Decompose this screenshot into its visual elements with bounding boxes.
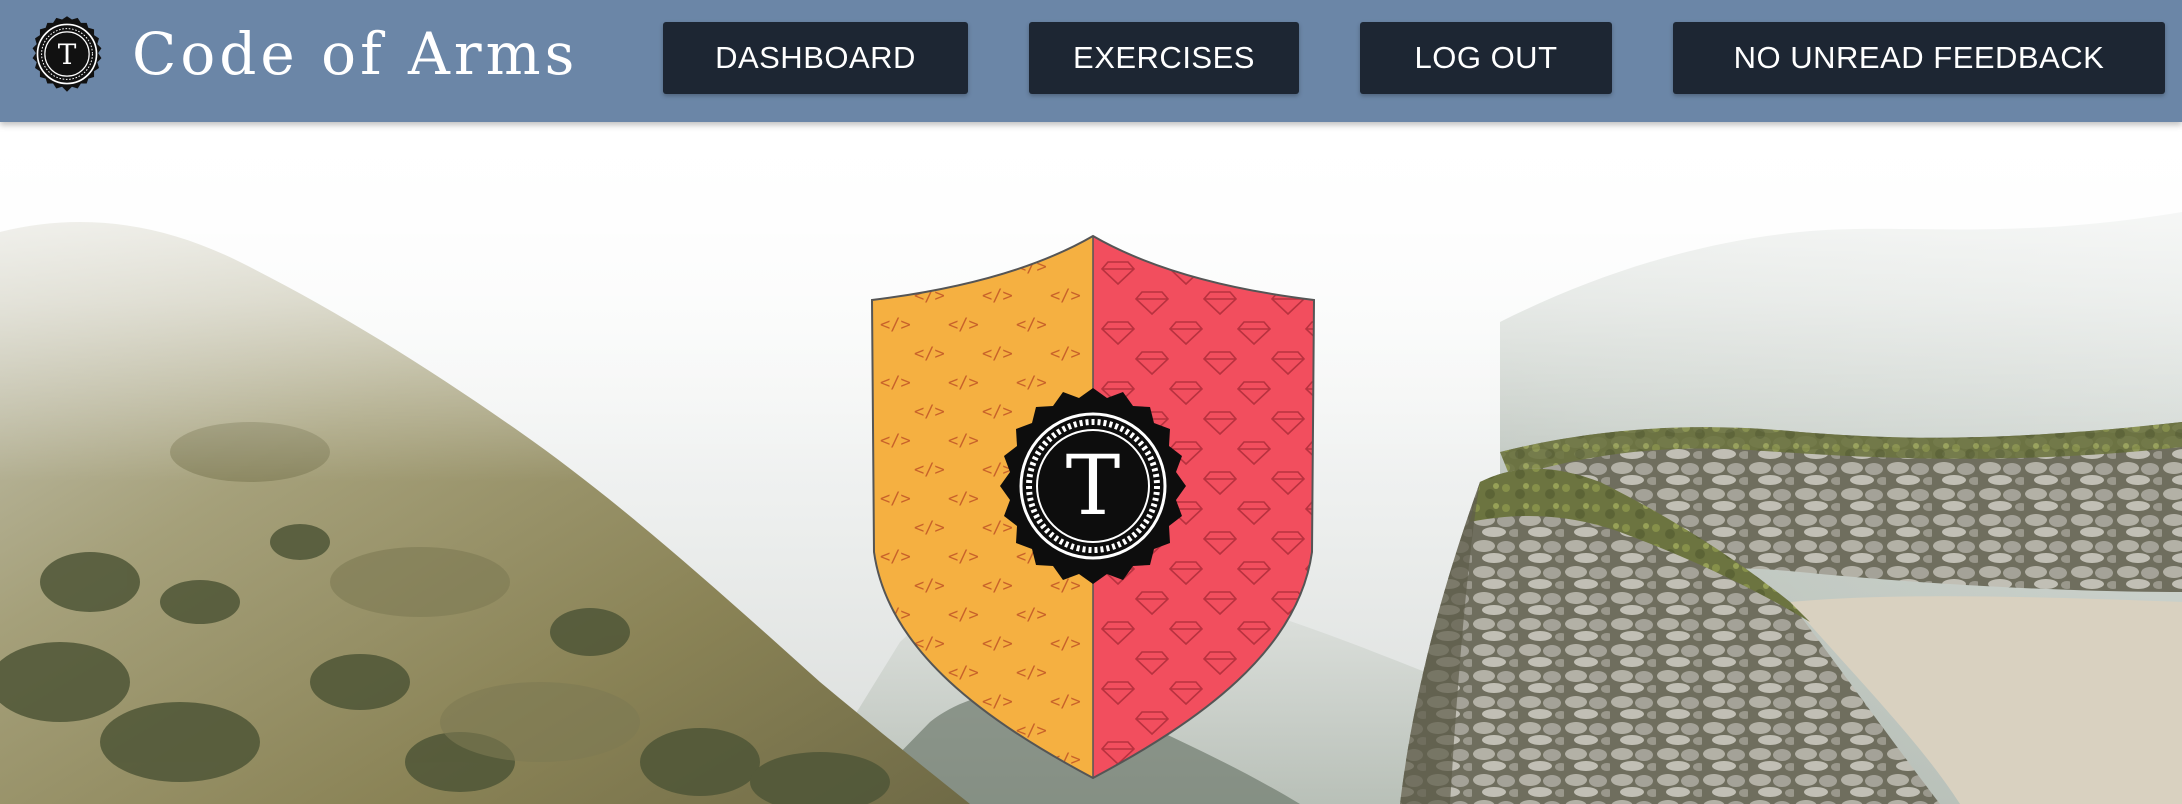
crest-code-glyph: </> [948,663,979,683]
crest-code-glyph: </> [982,750,1013,770]
crest-code-glyph: </> [880,663,911,683]
crest-code-glyph: </> [1050,692,1081,712]
crest-code-glyph: </> [948,373,979,393]
crest-code-glyph: </> [1050,634,1081,654]
crest-seal-letter: T [1066,439,1121,534]
crest-code-glyph: </> [914,344,945,364]
page: T Code of Arms DASHBOARD EXERCISES LOG O… [0,0,2182,804]
crest-gem-glyph [1202,711,1238,736]
crest-code-glyph: </> [1016,721,1047,741]
crest-gem-glyph [1168,741,1204,766]
crest-code-glyph: </> [982,576,1013,596]
crest-code-glyph: </> [1016,315,1047,335]
crest-code-glyph: </> [982,402,1013,422]
crest-gem-glyph [1270,711,1306,736]
crest-gem-glyph [1304,681,1314,706]
crest-code-glyph: </> [880,721,911,741]
top-navbar: T Code of Arms DASHBOARD EXERCISES LOG O… [0,0,2182,122]
brand-logo-icon: T [32,16,102,92]
crest-code-glyph: </> [948,547,979,567]
crest-gem-glyph [1236,261,1272,286]
brand[interactable]: T Code of Arms [26,12,578,96]
crest-gem-glyph [1236,681,1272,706]
crest-code-glyph: </> [1050,286,1081,306]
crest-code-glyph: </> [1050,750,1081,770]
crest-code-glyph: </> [914,750,945,770]
brand-title: Code of Arms [132,20,579,88]
crest-code-glyph: </> [982,344,1013,364]
logout-button[interactable]: LOG OUT [1360,22,1612,94]
crest-code-glyph: </> [982,518,1013,538]
crest-code-glyph: </> [948,431,979,451]
crest-gem-glyph [1270,651,1306,676]
crest-code-glyph: </> [914,460,945,480]
feedback-button[interactable]: NO UNREAD FEEDBACK [1673,22,2165,94]
crest-code-glyph: </> [914,576,945,596]
crest-code-glyph: </> [880,547,911,567]
crest-gem-glyph [1304,741,1314,766]
crest-code-glyph: </> [948,489,979,509]
crest-code-glyph: </> [982,692,1013,712]
crest-code-glyph: </> [1016,663,1047,683]
crest-code-glyph: </> [982,634,1013,654]
crest-code-glyph: </> [880,431,911,451]
crest-code-glyph: </> [880,489,911,509]
crest-gem-glyph [1304,261,1314,286]
crest-code-glyph: </> [914,692,945,712]
crest-code-glyph: </> [880,373,911,393]
brand-logo-letter: T [58,38,77,71]
crest-code-glyph: </> [948,315,979,335]
crest-code-glyph: </> [914,518,945,538]
crest-gem-glyph [1236,741,1272,766]
hero-background: </> </> </> </> </> </> </> </> </> </> </> </> </> <… [0,122,2182,804]
crest-code-glyph: </> [914,402,945,422]
crest-code-glyph: </> [1016,373,1047,393]
exercises-button[interactable]: EXERCISES [1029,22,1299,94]
crest-code-glyph: </> [948,605,979,625]
crest-shield-icon: </> </> </></> </> </></> </> </></> </> </></> <… [870,234,1316,780]
crest-code-glyph: </> [880,315,911,335]
crest-code-glyph: </> [982,286,1013,306]
crest-code-glyph: </> [914,634,945,654]
crest-code-glyph: </> [880,257,911,277]
crest-gem-glyph [1304,621,1314,646]
dashboard-button[interactable]: DASHBOARD [663,22,968,94]
crest-code-glyph: </> [1016,605,1047,625]
crest-code-glyph: </> [1050,344,1081,364]
crest-code-glyph: </> [948,721,979,741]
crest-code-glyph: </> [948,257,979,277]
